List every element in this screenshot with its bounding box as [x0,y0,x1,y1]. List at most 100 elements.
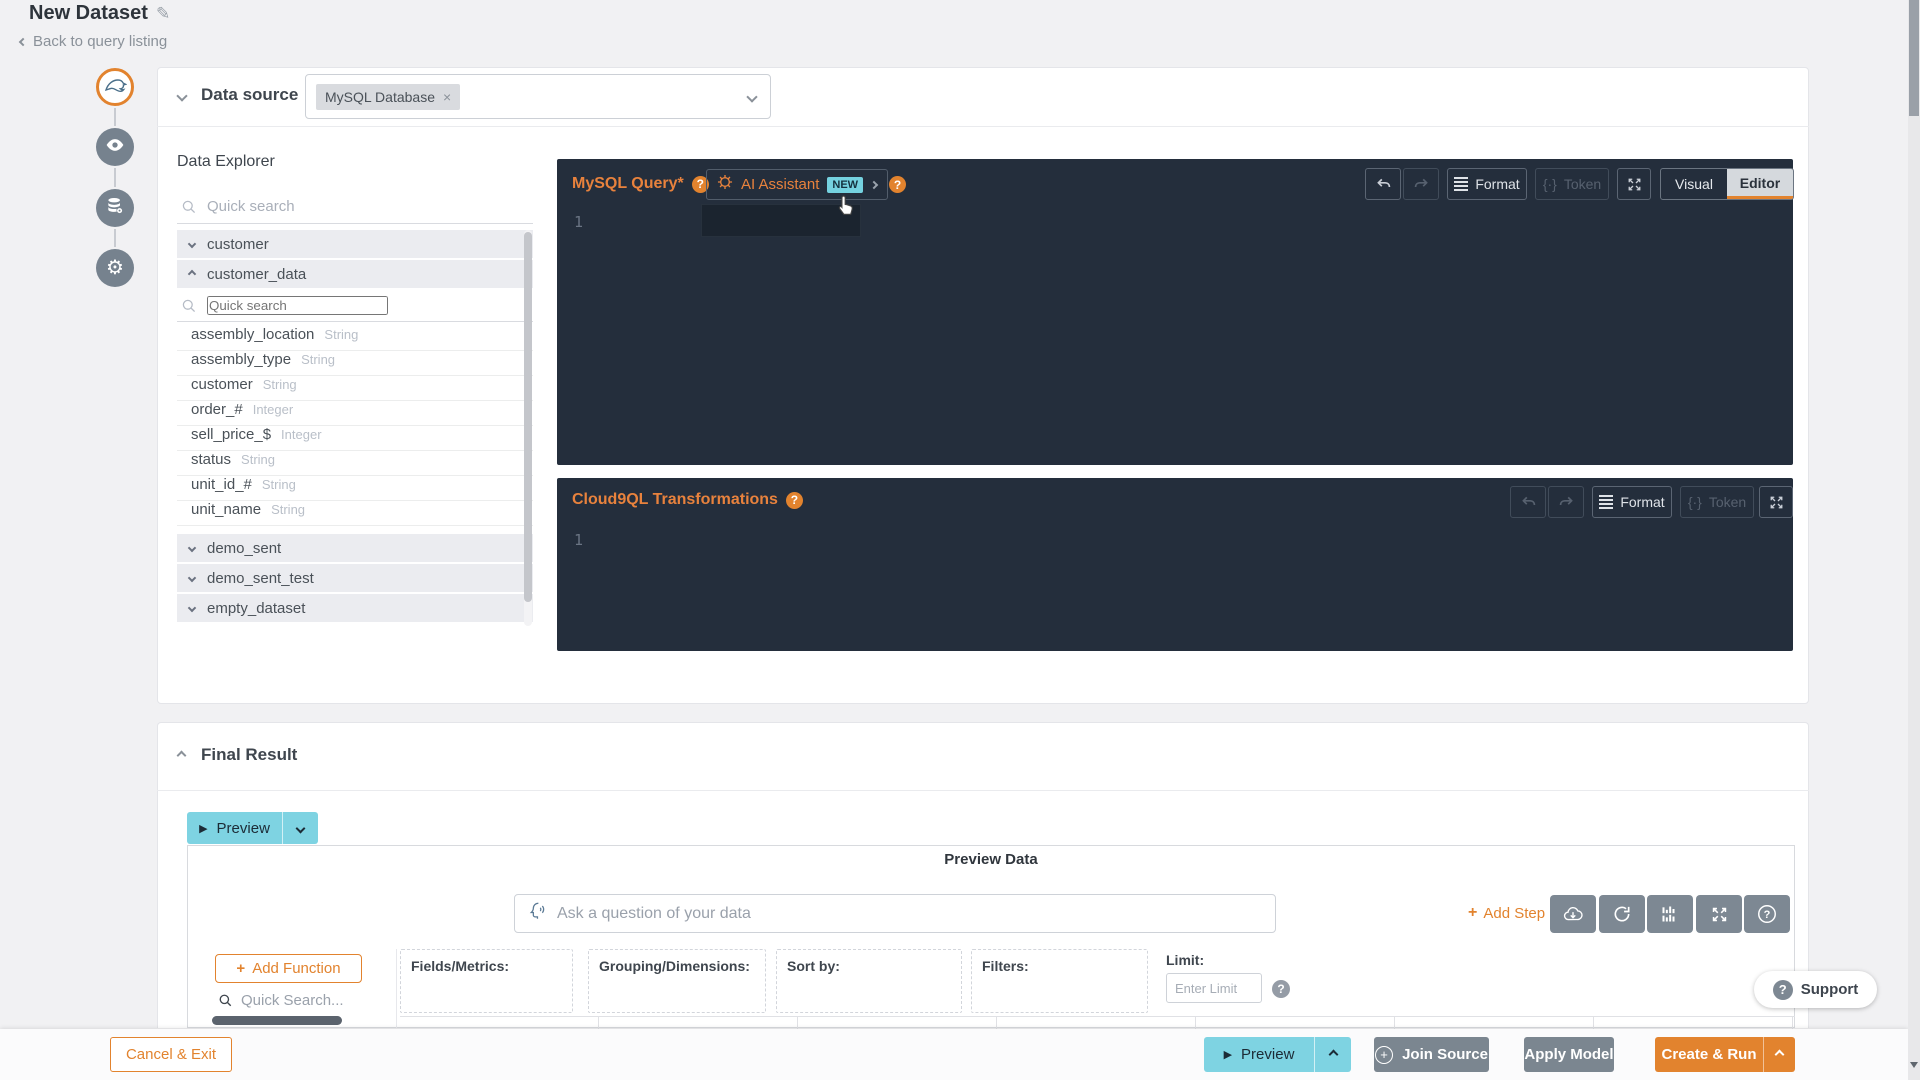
mysql-code-area[interactable] [611,205,1793,465]
join-source-button[interactable]: + Join Source [1374,1037,1489,1072]
datasource-select[interactable]: MySQL Database × [305,74,771,119]
database-gear-icon [105,196,125,221]
chart-view-button[interactable] [1647,895,1693,933]
redo-button[interactable] [1403,168,1439,200]
tree-table-demo-sent-test[interactable]: demo_sent_test [177,564,533,592]
explorer-quick-search[interactable] [177,190,533,224]
tree-table-demo-sent[interactable]: demo_sent [177,534,533,562]
apply-model-button[interactable]: Apply Model [1524,1037,1614,1072]
tree-field[interactable]: unit_name String [177,501,533,526]
limit-label: Limit: [1166,952,1205,968]
add-function-button[interactable]: + Add Function [215,954,362,983]
search-icon [182,200,196,213]
undo-button[interactable] [1365,168,1401,200]
preview-options-arrow[interactable] [1314,1037,1351,1072]
token-braces-icon: {·} [1542,176,1557,192]
tree-field[interactable]: sell_price_$ Integer [177,426,533,451]
page-title: New Dataset ✎ [29,2,171,24]
plus-icon: + [236,960,246,977]
back-link[interactable]: Back to query listing [18,33,167,50]
help-icon[interactable]: ? [785,491,803,509]
scrollbar-down-arrow-icon[interactable] [1910,1062,1918,1068]
preview-data-title: Preview Data [944,851,1038,868]
table-cell [599,1017,798,1029]
format-button[interactable]: Format [1447,168,1527,200]
expand-button[interactable] [1696,895,1742,933]
tab-editor[interactable]: Editor [1727,169,1793,199]
grouping-dimensions-dropzone[interactable]: Grouping/Dimensions: [588,949,766,1013]
page-scrollbar[interactable] [1908,0,1920,1080]
cancel-exit-button[interactable]: Cancel & Exit [110,1037,232,1072]
table-quick-search[interactable] [177,290,533,322]
rail-step-settings[interactable]: ⚙ [96,249,134,287]
token-braces-icon: {·} [1687,494,1702,510]
explorer-quick-search-input[interactable] [207,198,487,215]
token-button[interactable]: {·} Token [1535,168,1609,200]
tree-field[interactable]: assembly_location String [177,326,533,351]
cloud9ql-code-area[interactable] [611,521,1793,651]
tree-field[interactable]: order_# Integer [177,401,533,426]
refresh-button[interactable] [1599,895,1645,933]
add-step-button[interactable]: + Add Step [1468,904,1545,922]
footer-preview-button[interactable]: ▶ Preview [1204,1037,1351,1072]
help-icon[interactable]: ? [889,176,906,193]
tag-remove-icon[interactable]: × [443,89,451,105]
download-results-button[interactable] [1550,895,1596,933]
chevron-down-icon [187,573,197,583]
filters-dropzone[interactable]: Filters: [971,949,1148,1013]
expand-button[interactable] [1617,168,1651,200]
svg-text:?: ? [1764,909,1771,921]
tree-field[interactable]: status String [177,451,533,476]
eye-icon [105,135,125,160]
plus-circle-icon: + [1375,1045,1394,1064]
scrollbar-thumb[interactable] [1909,0,1919,116]
expand-button[interactable] [1759,486,1793,518]
rail-step-preview[interactable] [96,128,134,166]
create-run-button[interactable]: Create & Run [1655,1037,1795,1072]
tree-table-customer[interactable]: customer [177,230,533,258]
ask-question-input[interactable] [557,904,1275,923]
gear-icon: ⚙ [106,257,124,279]
ask-question-box[interactable] [514,894,1276,933]
expand-icon [1770,496,1782,508]
help-button[interactable]: ? [1744,895,1790,933]
token-button[interactable]: {·} Token [1680,486,1754,518]
tree-table-empty-dataset[interactable]: empty_dataset [177,594,533,622]
chevron-down-icon [187,603,197,613]
chevron-down-icon [187,239,197,249]
play-icon: ▶ [1223,1049,1233,1061]
table-quick-search-input[interactable] [207,296,388,315]
fields-metrics-dropzone[interactable]: Fields/Metrics: [400,949,573,1013]
function-quick-search[interactable] [218,992,361,1009]
function-quick-search-input[interactable] [241,992,361,1009]
support-button[interactable]: ? Support [1754,971,1877,1008]
limit-input[interactable] [1166,973,1262,1003]
limit-help-icon[interactable]: ? [1272,980,1290,998]
tree-field[interactable]: unit_id_# String [177,476,533,501]
sort-by-dropzone[interactable]: Sort by: [776,949,962,1013]
explorer-scrollbar[interactable] [524,230,532,626]
tab-visual[interactable]: Visual [1661,169,1727,199]
explorer-tree: customer customer_data assembly_location… [177,230,533,624]
rail-step-mysql-datasource[interactable] [96,68,134,106]
edit-pencil-icon[interactable]: ✎ [156,4,170,23]
footer-bar [0,1029,1908,1080]
undo-button[interactable] [1510,486,1546,518]
tree-field[interactable]: assembly_type String [177,351,533,376]
redo-button[interactable] [1548,486,1584,518]
refresh-icon [1614,906,1630,922]
ai-assistant-button[interactable]: AI Assistant NEW [706,169,889,200]
view-toggle: Visual Editor [1660,168,1794,200]
function-list-scrollbar[interactable] [212,1016,342,1025]
tree-field[interactable]: customer String [177,376,533,401]
final-result-title: Final Result [201,745,298,764]
scrollbar-thumb[interactable] [524,232,532,602]
format-button[interactable]: Format [1592,486,1672,518]
new-badge: NEW [827,176,864,193]
tree-table-customer-data[interactable]: customer_data [177,260,533,288]
preview-split-button[interactable]: ▶ Preview [187,812,318,844]
mysql-dolphin-icon [103,73,128,102]
create-run-options-arrow[interactable] [1763,1037,1795,1072]
rail-step-dataset[interactable] [96,189,134,227]
preview-dropdown-arrow[interactable] [282,812,318,844]
